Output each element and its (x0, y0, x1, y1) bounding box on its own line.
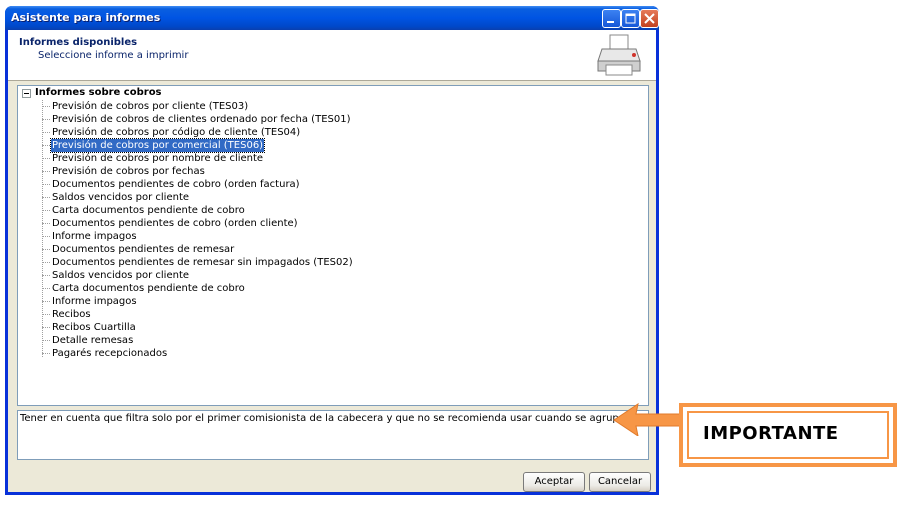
tree-item-label[interactable]: Documentos pendientes de cobro (orden cl… (51, 217, 299, 230)
callout-label: IMPORTANTE (703, 423, 839, 444)
tree-branch-line (42, 249, 50, 250)
tree-item-label[interactable]: Recibos (51, 308, 92, 321)
tree-item-label[interactable]: Previsión de cobros por nombre de client… (51, 152, 264, 165)
report-tree[interactable]: Informes sobre cobros Previsión de cobro… (17, 85, 649, 406)
tree-connector-line (42, 100, 43, 357)
tree-branch-line (42, 301, 50, 302)
header-subtitle: Seleccione informe a imprimir (38, 50, 189, 61)
header-title: Informes disponibles (19, 37, 138, 48)
tree-branch-line (42, 106, 50, 107)
tree-branch-line (42, 353, 50, 354)
window-client-area: Informes disponibles Seleccione informe … (8, 30, 780, 492)
tree-item-label[interactable]: Recibos Cuartilla (51, 321, 137, 334)
wizard-header: Informes disponibles Seleccione informe … (8, 30, 656, 81)
minimize-icon (607, 21, 614, 23)
close-icon (644, 13, 655, 24)
tree-item-label[interactable]: Previsión de cobros por cliente (TES03) (51, 100, 249, 113)
tree-item-label[interactable]: Carta documentos pendiente de cobro (51, 282, 246, 295)
tree-item-label[interactable]: Informe impagos (51, 295, 138, 308)
tree-branch-line (42, 275, 50, 276)
tree-item-label[interactable]: Previsión de cobros de clientes ordenado… (51, 113, 351, 126)
tree-item-label[interactable]: Detalle remesas (51, 334, 134, 347)
maximize-button[interactable] (621, 9, 640, 28)
tree-item-label[interactable]: Previsión de cobros por fechas (51, 165, 206, 178)
tree-branch-line (42, 197, 50, 198)
tree-item-label[interactable]: Informe impagos (51, 230, 138, 243)
tree-branch-line (42, 158, 50, 159)
tree-branch-line (42, 145, 50, 146)
tree-branch-line (42, 327, 50, 328)
description-box: Tener en cuenta que filtra solo por el p… (17, 410, 780, 460)
report-wizard-window: Asistente para informes Informes disponi… (5, 6, 780, 495)
tree-item-label[interactable]: Documentos pendientes de remesar (51, 243, 235, 256)
tree-item-label[interactable]: Previsión de cobros por comercial (TES06… (49, 138, 266, 153)
tree-branch-line (42, 288, 50, 289)
annotation-arrow-icon (613, 402, 681, 436)
tree-item-label[interactable]: Saldos vencidos por cliente (51, 269, 190, 282)
printer-icon (597, 34, 641, 76)
accept-button[interactable]: Aceptar (523, 472, 585, 492)
tree-branch-line (42, 236, 50, 237)
tree-item-label[interactable]: Previsión de cobros por código de client… (51, 126, 301, 139)
tree-root-label[interactable]: Informes sobre cobros (35, 87, 162, 98)
tree-branch-line (42, 262, 50, 263)
collapse-toggle-icon[interactable] (22, 89, 31, 98)
window-title: Asistente para informes (11, 11, 161, 24)
tree-branch-line (42, 340, 50, 341)
tree-branch-line (42, 210, 50, 211)
tree-branch-line (42, 132, 50, 133)
important-callout: IMPORTANTE (679, 403, 897, 467)
tree-item-label[interactable]: Documentos pendientes de cobro (orden fa… (51, 178, 301, 191)
title-bar[interactable]: Asistente para informes (5, 6, 659, 30)
minimize-button[interactable] (602, 9, 621, 28)
tree-branch-line (42, 314, 50, 315)
close-button[interactable] (640, 9, 659, 28)
tree-branch-line (42, 184, 50, 185)
tree-item-label[interactable]: Documentos pendientes de remesar sin imp… (51, 256, 354, 269)
maximize-icon (625, 13, 636, 24)
tree-item-label[interactable]: Pagarés recepcionados (51, 347, 168, 360)
tree-item-label[interactable]: Saldos vencidos por cliente (51, 191, 190, 204)
tree-item-label[interactable]: Carta documentos pendiente de cobro (51, 204, 246, 217)
tree-branch-line (42, 171, 50, 172)
tree-branch-line (42, 223, 50, 224)
cancel-button[interactable]: Cancelar (589, 472, 651, 492)
tree-branch-line (42, 119, 50, 120)
